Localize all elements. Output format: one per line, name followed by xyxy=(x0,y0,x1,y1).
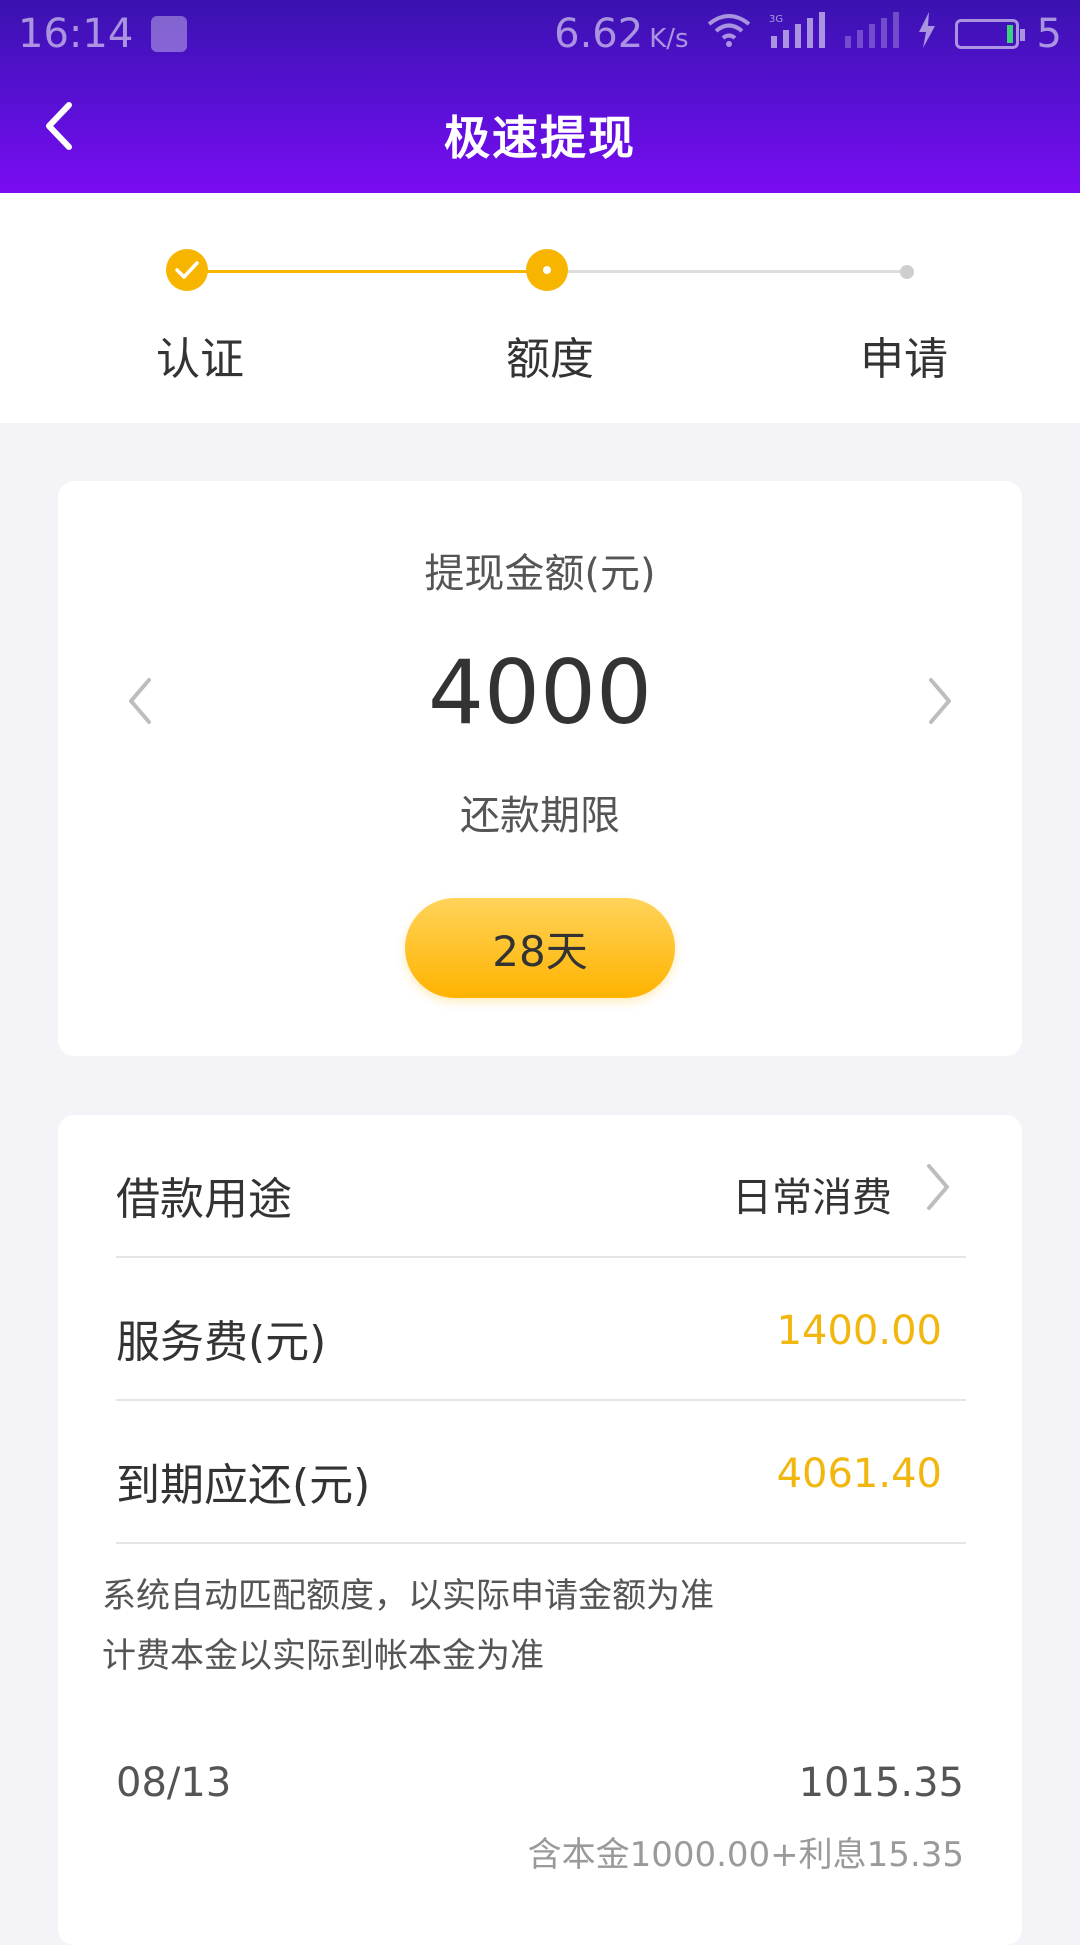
network-type-label: 3G xyxy=(769,14,783,25)
amount-next-button[interactable] xyxy=(910,661,970,741)
step-line-pending xyxy=(548,270,906,273)
term-label: 还款期限 xyxy=(460,793,620,839)
signal-empty-icon xyxy=(843,11,899,57)
page-title: 极速提现 xyxy=(444,111,636,165)
service-fee-row: 服务费(元) 1400.00 xyxy=(116,1258,966,1401)
repayment-breakdown: 含本金1000.00+利息15.35 xyxy=(527,1835,964,1875)
amount-due-value: 4061.40 xyxy=(776,1451,942,1497)
net-speed: 6.62 K/s xyxy=(554,11,688,57)
loan-purpose-label: 借款用途 xyxy=(116,1174,292,1225)
step-label-verify: 认证 xyxy=(156,334,244,385)
loan-purpose-value: 日常消费 xyxy=(732,1175,892,1221)
top-bar: 16:14 6.62 K/s 3G 5 极速提现 xyxy=(0,0,1080,193)
service-fee-value: 1400.00 xyxy=(776,1308,942,1354)
status-time: 16:14 xyxy=(18,11,134,57)
progress-stepper: 认证 额度 申请 xyxy=(0,193,1080,423)
check-icon xyxy=(175,261,199,279)
charging-icon xyxy=(917,11,937,57)
chevron-right-icon xyxy=(929,678,951,724)
status-left: 16:14 xyxy=(18,11,188,57)
amount-card: 提现金额(元) 4000 还款期限 28天 xyxy=(58,481,1022,1056)
amount-due-label: 到期应还(元) xyxy=(116,1460,371,1511)
note-line-1: 系统自动匹配额度，以实际申请金额为准 xyxy=(102,1576,714,1616)
step-line-completed xyxy=(188,270,548,273)
status-right: 6.62 K/s 3G 5 xyxy=(554,11,1062,57)
loan-purpose-row[interactable]: 借款用途 日常消费 xyxy=(116,1115,966,1258)
app-notification-icon xyxy=(151,16,188,52)
status-bar: 16:14 6.62 K/s 3G 5 xyxy=(0,0,1080,68)
battery-icon xyxy=(954,19,1025,49)
note-line-2: 计费本金以实际到帐本金为准 xyxy=(102,1636,544,1676)
battery-level: 5 xyxy=(1036,11,1062,57)
term-option-button[interactable]: 28天 xyxy=(405,898,675,998)
amount-value: 4000 xyxy=(428,641,652,744)
net-speed-unit: K/s xyxy=(649,24,689,54)
step-label-limit: 额度 xyxy=(506,334,594,385)
net-speed-value: 6.62 xyxy=(554,11,644,57)
service-fee-label: 服务费(元) xyxy=(116,1317,327,1368)
step-current-dot xyxy=(526,249,568,291)
step-label-apply: 申请 xyxy=(860,334,948,385)
navigation-bar: 极速提现 xyxy=(0,68,1080,193)
details-card: 借款用途 日常消费 服务费(元) 1400.00 到期应还(元) 4061.40… xyxy=(58,1115,1022,1945)
repayment-total: 1015.35 xyxy=(798,1760,964,1806)
chevron-right-icon xyxy=(918,1159,958,1215)
step-pending-dot xyxy=(900,265,914,279)
amount-due-row: 到期应还(元) 4061.40 xyxy=(116,1401,966,1544)
repayment-date: 08/13 xyxy=(116,1760,232,1806)
step-done-dot xyxy=(166,249,208,291)
signal-3g-icon: 3G xyxy=(769,11,825,57)
wifi-icon xyxy=(707,12,751,57)
amount-label: 提现金额(元) xyxy=(424,551,656,597)
